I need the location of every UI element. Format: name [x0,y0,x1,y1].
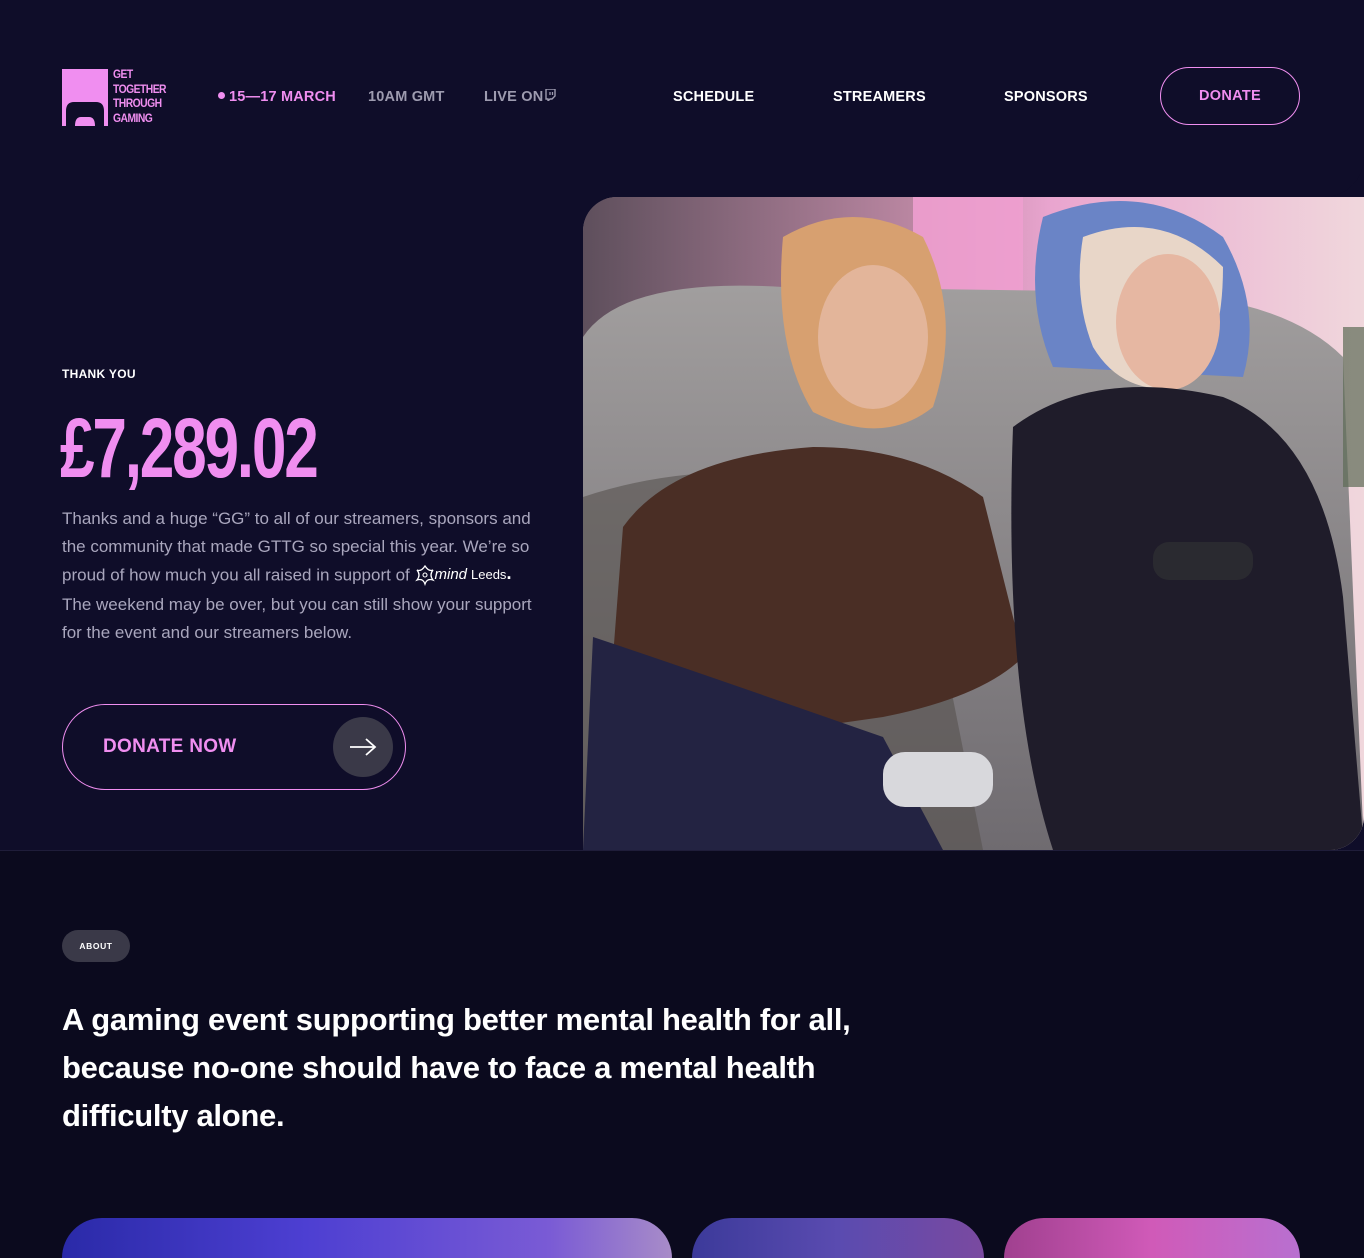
thank-you-eyebrow: THANK YOU [62,367,136,381]
charity-name: mind [434,566,468,583]
logo-line: GET [113,69,133,81]
nav-sponsors[interactable]: SPONSORS [1004,89,1088,105]
logo-line: TOGETHER [113,83,167,96]
header-donate-button[interactable]: DONATE [1160,67,1300,125]
logo-period: . [506,563,512,583]
gamepad-logo-icon [62,69,108,126]
total-raised: £7,289.02 [60,401,319,495]
hero-photo-illustration [583,197,1364,850]
gallery-image-3 [1004,1218,1300,1258]
site-logo[interactable]: GET TOGETHER THROUGH GAMING [62,68,167,128]
about-pill: ABOUT [62,930,130,962]
live-on-text: LIVE ON [484,89,544,105]
arrow-right-glyph [350,738,377,756]
arrow-right-icon [333,717,393,777]
nav-streamers[interactable]: STREAMERS [833,89,926,105]
event-time: 10AM GMT [368,89,445,105]
intro-text-after: The weekend may be over, but you can sti… [62,595,532,642]
gallery-image-2 [692,1218,984,1258]
logo-line: THROUGH [113,98,162,110]
charity-location: Leeds [471,567,507,582]
logo-line: GAMING [113,112,153,125]
gallery-image-1 [62,1218,672,1258]
event-dates: 15—17 MARCH [218,89,336,105]
live-dot-icon [218,91,225,99]
twitch-icon [545,88,557,103]
donate-now-button[interactable]: DONATE NOW [62,704,406,790]
donate-now-label: DONATE NOW [103,736,237,757]
about-statement: A gaming event supporting better mental … [62,1002,851,1133]
hero-photo-gamers [583,197,1364,850]
event-dates-text: 15—17 MARCH [229,89,336,105]
mind-flower-icon [414,564,435,587]
logo-wordmark: GET TOGETHER THROUGH GAMING [113,68,167,126]
mind-leeds-logo: mind Leeds. [414,559,512,589]
nav-schedule[interactable]: SCHEDULE [673,89,754,105]
site-header: GET TOGETHER THROUGH GAMING 15—17 MARCH … [0,0,1364,197]
live-on-link[interactable]: LIVE ON [484,88,557,105]
hero-intro: Thanks and a huge “GG” to all of our str… [62,505,540,647]
